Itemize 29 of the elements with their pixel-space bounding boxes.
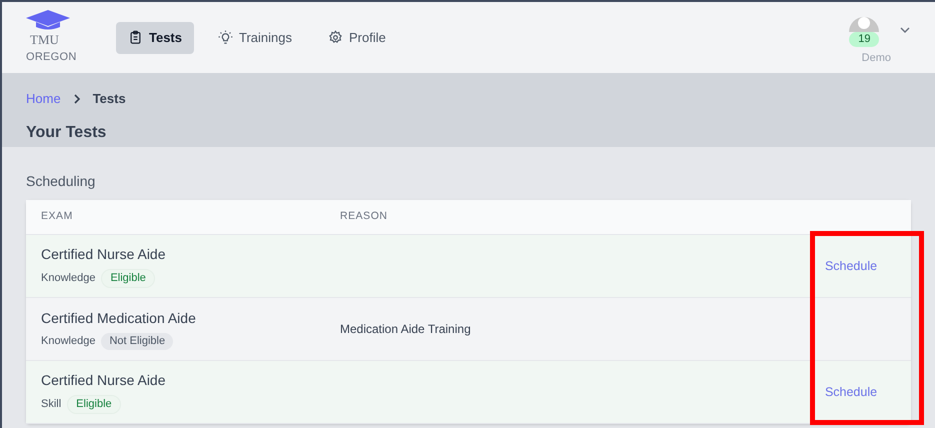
logo-region: OREGON [26, 50, 77, 65]
reason-text: Medication Aide Training [340, 322, 471, 336]
user-name: Demo [862, 51, 891, 66]
breadcrumb-current: Tests [92, 90, 126, 108]
column-header: REASON [340, 209, 388, 224]
nav-tab[interactable]: Trainings [206, 22, 304, 54]
exam-type: Knowledge [41, 271, 96, 286]
logo-text: TMU [30, 30, 59, 48]
schedule-link[interactable]: Schedule [824, 256, 878, 276]
exam-name: Certified Nurse Aide [41, 245, 167, 264]
chevron-right-icon [72, 94, 81, 104]
exam-name: Certified Nurse Aide [41, 371, 167, 390]
status-tag: Eligible [67, 395, 121, 414]
page-title: Your Tests [26, 122, 108, 142]
status-tag: Eligible [101, 269, 155, 288]
exam-name: Certified Medication Aide [41, 309, 197, 328]
schedule-link[interactable]: Schedule [824, 382, 878, 402]
exam-type: Knowledge [41, 334, 96, 350]
nav-tab[interactable]: Tests [116, 22, 194, 54]
settings-icon [328, 30, 343, 45]
graduation-cap-icon [26, 10, 70, 30]
count-badge: 19 [849, 32, 880, 48]
clipboard-icon [128, 30, 143, 45]
lightbulb-icon [218, 30, 233, 45]
nav-tab[interactable]: Profile [316, 22, 398, 54]
status-tag: Not Eligible [101, 333, 174, 350]
section-title: Scheduling [26, 172, 96, 191]
exam-type: Skill [41, 397, 62, 412]
column-header: EXAM [41, 209, 74, 224]
